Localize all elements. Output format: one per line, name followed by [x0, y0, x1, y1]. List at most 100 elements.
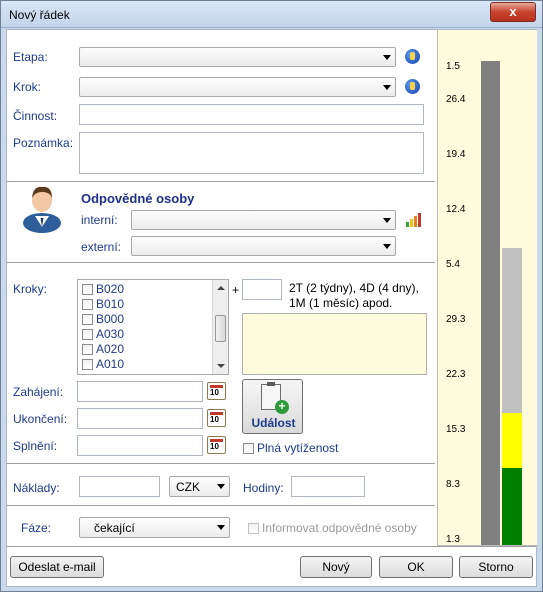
person-icon	[23, 186, 61, 233]
chevron-down-icon	[383, 244, 391, 249]
step-label: Krok:	[13, 80, 42, 94]
scale-tick: 22.3	[446, 369, 466, 380]
add-icon: +	[275, 400, 289, 414]
notify-label: Informovat odpovědné osoby	[262, 521, 417, 535]
send-email-button[interactable]: Odeslat e-mail	[10, 556, 104, 578]
full-load-label: Plná vytíženost	[257, 441, 339, 455]
divider	[7, 463, 435, 464]
scroll-down-icon[interactable]	[217, 364, 225, 368]
end-date-field[interactable]	[77, 408, 203, 429]
checkbox[interactable]	[82, 344, 93, 355]
start-label: Zahájení:	[13, 385, 64, 399]
start-date-field[interactable]	[77, 381, 203, 402]
scroll-up-icon[interactable]	[217, 286, 225, 290]
costs-label: Náklady:	[13, 481, 60, 495]
checkbox[interactable]	[82, 299, 93, 310]
steps-listbox[interactable]: B020 B010 B000 A030 A020 A010	[77, 279, 229, 375]
title-bar[interactable]: Nový řádek x	[1, 1, 542, 28]
calendar-icon[interactable]: 10	[207, 409, 226, 427]
done-date-field[interactable]	[77, 435, 203, 456]
load-segment-green	[502, 468, 522, 545]
stage-label: Etapa:	[13, 50, 48, 64]
activity-field[interactable]	[79, 104, 424, 125]
new-button[interactable]: Nový	[300, 556, 372, 578]
scale-tick: 5.4	[446, 259, 460, 270]
event-button-label: Událost	[251, 416, 296, 430]
full-load-checkbox[interactable]	[243, 443, 254, 454]
event-list-area[interactable]	[242, 313, 427, 375]
list-item[interactable]: A020	[82, 342, 124, 357]
dialog-body: Etapa: Krok: Činnost: Poznámka: Odpovědn…	[6, 29, 538, 587]
done-label: Splnění:	[13, 439, 58, 453]
window-title: Nový řádek	[9, 8, 70, 22]
scale-tick: 12.4	[446, 204, 466, 215]
cancel-button[interactable]: Storno	[459, 556, 533, 578]
divider	[7, 505, 435, 506]
chevron-down-icon	[383, 85, 391, 90]
list-item[interactable]: A010	[82, 357, 124, 372]
internal-label: interní:	[81, 213, 118, 227]
form-panel: Etapa: Krok: Činnost: Poznámka: Odpovědn…	[7, 30, 435, 546]
phase-label: Fáze:	[21, 521, 52, 535]
timeline-bar	[481, 61, 500, 545]
plus-sign: +	[232, 283, 240, 297]
scale-tick: 29.3	[446, 314, 466, 325]
notify-checkbox-row[interactable]: Informovat odpovědné osoby	[248, 521, 417, 535]
duration-hint: 2T (2 týdny), 4D (4 dny), 1M (1 měsíc) a…	[289, 281, 419, 310]
load-segment-light	[502, 248, 522, 413]
list-item[interactable]: B000	[82, 312, 124, 327]
help-icon[interactable]	[405, 49, 420, 64]
checkbox[interactable]	[82, 284, 93, 295]
chevron-down-icon	[217, 525, 225, 530]
calendar-icon[interactable]: 10	[207, 382, 226, 400]
workload-chart-icon[interactable]	[406, 213, 422, 227]
checkbox[interactable]	[82, 329, 93, 340]
scale-tick: 26.4	[446, 94, 466, 105]
event-button[interactable]: + Událost	[242, 379, 303, 434]
currency-value: CZK	[176, 480, 200, 494]
scroll-thumb[interactable]	[215, 315, 226, 342]
duration-field[interactable]	[242, 279, 282, 300]
divider	[7, 262, 435, 263]
responsible-heading: Odpovědné osoby	[81, 191, 195, 206]
scale-tick: 15.3	[446, 424, 466, 435]
help-icon[interactable]	[405, 79, 420, 94]
internal-combo[interactable]	[131, 210, 396, 230]
external-combo[interactable]	[131, 236, 396, 256]
scale-tick: 1.5	[446, 61, 460, 72]
phase-combo[interactable]: čekající	[79, 517, 230, 538]
hours-field[interactable]	[291, 476, 365, 497]
steps-label: Kroky:	[13, 282, 48, 296]
currency-combo[interactable]: CZK	[169, 476, 230, 497]
list-item[interactable]: A030	[82, 327, 124, 342]
dialog-window: Nový řádek x Etapa: Krok: Činnost: Pozná…	[0, 0, 543, 592]
note-label: Poznámka:	[13, 136, 74, 150]
phase-value: čekající	[94, 521, 135, 535]
scale-tick: 1.3	[446, 534, 460, 545]
full-load-checkbox-row[interactable]: Plná vytíženost	[243, 441, 338, 455]
checkbox[interactable]	[82, 359, 93, 370]
ok-button[interactable]: OK	[379, 556, 453, 578]
list-item[interactable]: B010	[82, 297, 124, 312]
hours-label: Hodiny:	[243, 481, 284, 495]
checkbox[interactable]	[82, 314, 93, 325]
chevron-down-icon	[383, 55, 391, 60]
load-segment-yellow	[502, 413, 522, 468]
list-scrollbar[interactable]	[212, 280, 228, 374]
notify-checkbox[interactable]	[248, 523, 259, 534]
calendar-icon[interactable]: 10	[207, 436, 226, 454]
note-field[interactable]	[79, 132, 424, 174]
end-label: Ukončení:	[13, 412, 68, 426]
costs-field[interactable]	[79, 476, 160, 497]
activity-label: Činnost:	[13, 109, 58, 123]
close-button[interactable]: x	[490, 2, 536, 22]
workload-scale-panel: 1.5 26.4 19.4 12.4 5.4 29.3 22.3 15.3 8.…	[437, 30, 538, 546]
external-label: externí:	[81, 240, 122, 254]
scale-tick: 19.4	[446, 149, 466, 160]
divider	[7, 181, 435, 182]
step-combo[interactable]	[79, 77, 396, 97]
chevron-down-icon	[383, 218, 391, 223]
stage-combo[interactable]	[79, 47, 396, 67]
list-item[interactable]: B020	[82, 282, 124, 297]
chevron-down-icon	[217, 484, 225, 489]
